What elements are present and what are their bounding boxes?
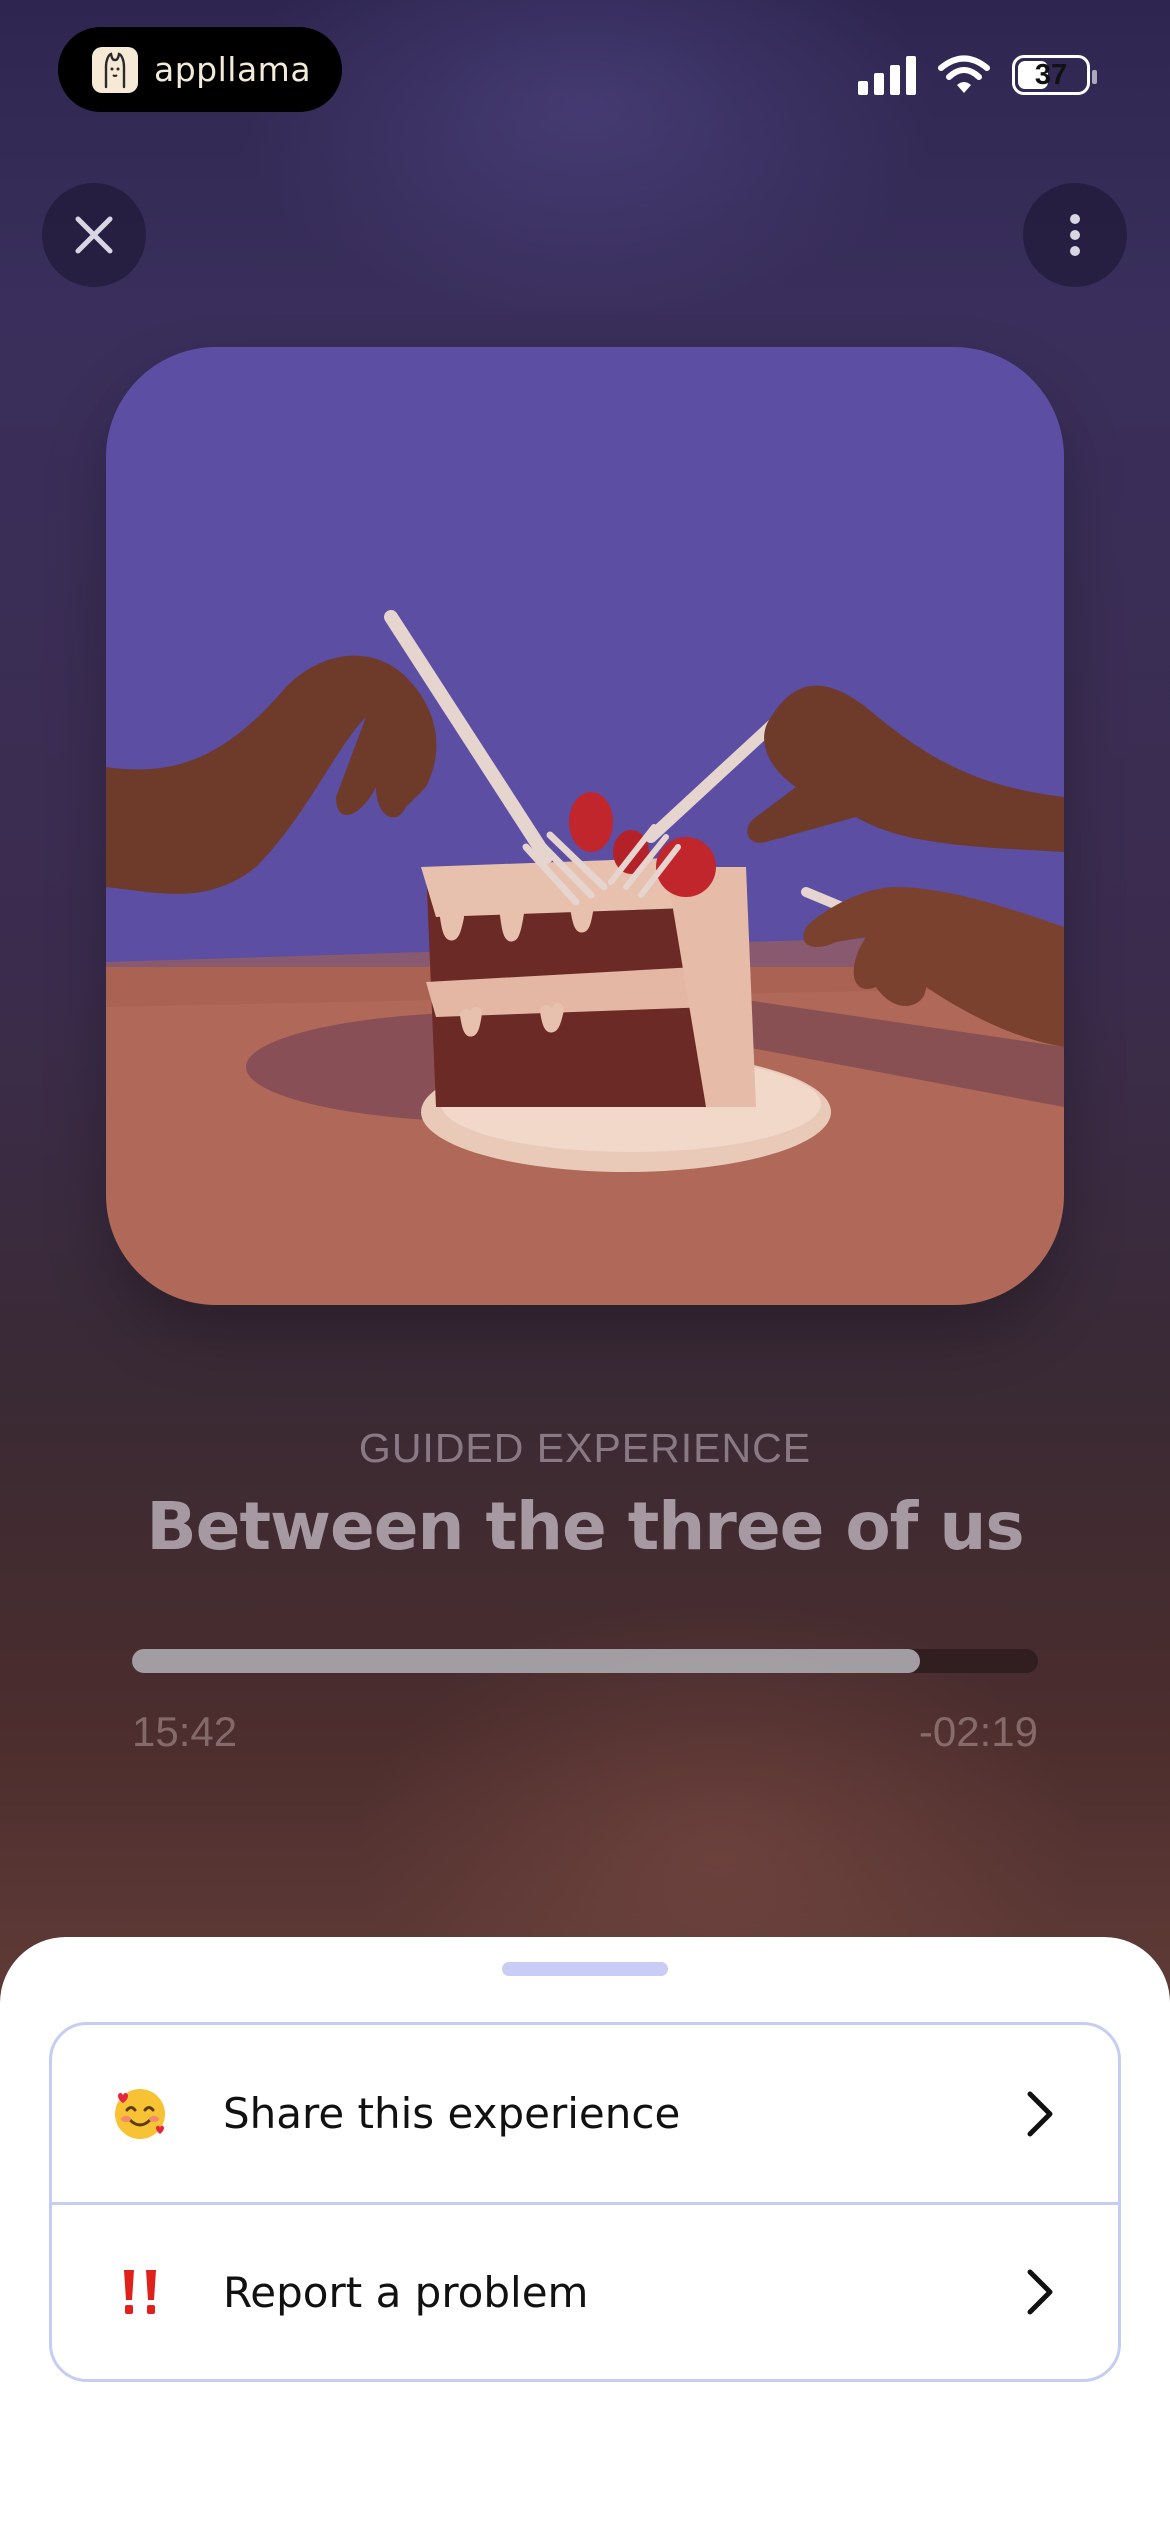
playback-progress-fill — [132, 1649, 921, 1673]
report-problem-item[interactable]: Report a problem — [52, 2202, 1118, 2379]
playback-progress-bar[interactable] — [132, 1649, 1038, 1673]
remaining-time: -02:19 — [918, 1708, 1038, 1755]
double-exclamation-icon — [110, 2262, 170, 2322]
status-indicators: 37 — [858, 52, 1097, 98]
elapsed-time: 15:42 — [132, 1708, 238, 1755]
sheet-drag-handle[interactable] — [502, 1962, 668, 1976]
share-experience-label: Share this experience — [223, 2089, 681, 2138]
battery-icon: 37 — [1012, 55, 1097, 95]
chevron-right-icon — [1027, 2269, 1053, 2315]
smiling-face-with-hearts-icon — [110, 2084, 170, 2144]
experience-title: Between the three of us — [146, 1488, 1024, 1565]
report-problem-label: Report a problem — [223, 2267, 589, 2317]
cellular-signal-icon — [858, 55, 916, 95]
wifi-icon — [938, 55, 990, 93]
app-name: appllama — [154, 50, 312, 89]
llama-logo-icon — [92, 46, 138, 93]
close-button[interactable] — [42, 183, 146, 287]
experience-artwork — [106, 347, 1064, 1305]
share-experience-item[interactable]: Share this experience — [52, 2025, 1118, 2202]
options-menu: Share this experience Report a problem — [49, 2022, 1121, 2382]
battery-level: 37 — [1034, 58, 1068, 91]
close-icon — [75, 216, 113, 254]
experience-type-label: GUIDED EXPERIENCE — [358, 1425, 812, 1471]
chevron-right-icon — [1027, 2091, 1053, 2136]
options-sheet: Share this experience Report a problem — [0, 1937, 1170, 2532]
app-pill: appllama — [58, 27, 342, 112]
more-options-button[interactable] — [1023, 183, 1127, 287]
more-vertical-icon — [1070, 214, 1080, 256]
